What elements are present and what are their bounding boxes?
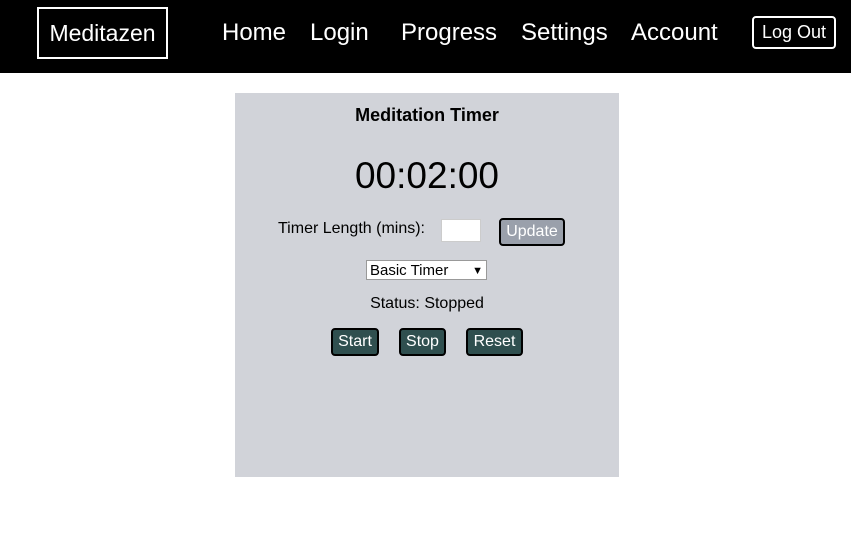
nav-link-home[interactable]: Home	[222, 18, 286, 48]
timer-length-label: Timer Length (mins):	[278, 220, 425, 237]
panel-title: Meditation Timer	[355, 105, 499, 125]
logout-button[interactable]: Log Out	[752, 16, 836, 49]
timer-mode-select[interactable]: Basic Timer ▼	[366, 260, 487, 280]
reset-button[interactable]: Reset	[466, 328, 523, 356]
start-button[interactable]: Start	[331, 328, 379, 356]
status-text: Status: Stopped	[370, 295, 484, 312]
nav-link-account[interactable]: Account	[631, 18, 718, 48]
timer-length-input[interactable]	[441, 219, 481, 242]
timer-panel: Meditation Timer 00:02:00 Timer Length (…	[235, 93, 619, 477]
navbar: Meditazen Home Login Progress Settings A…	[0, 0, 851, 73]
update-button[interactable]: Update	[499, 218, 565, 246]
brand-logo[interactable]: Meditazen	[37, 7, 168, 59]
nav-link-progress[interactable]: Progress	[401, 18, 497, 48]
stop-button[interactable]: Stop	[399, 328, 446, 356]
timer-display: 00:02:00	[354, 155, 500, 196]
nav-link-login[interactable]: Login	[310, 18, 369, 48]
timer-mode-selected: Basic Timer	[370, 262, 449, 279]
nav-link-settings[interactable]: Settings	[521, 18, 608, 48]
chevron-down-icon: ▼	[472, 265, 483, 277]
